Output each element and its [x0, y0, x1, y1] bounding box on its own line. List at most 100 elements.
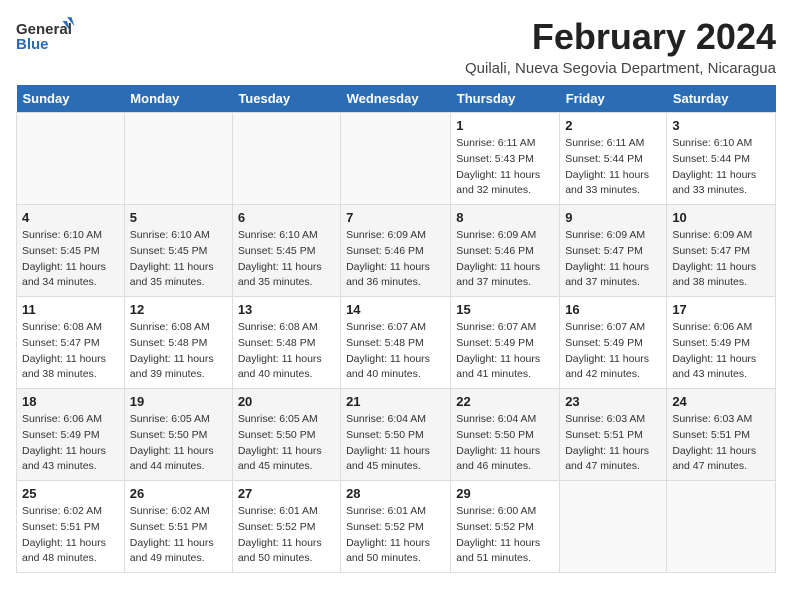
- calendar-cell: [232, 113, 340, 205]
- day-info: Sunrise: 6:09 AM Sunset: 5:47 PM Dayligh…: [672, 228, 770, 291]
- day-number: 16: [565, 302, 661, 317]
- day-info: Sunrise: 6:02 AM Sunset: 5:51 PM Dayligh…: [130, 504, 227, 567]
- day-info: Sunrise: 6:11 AM Sunset: 5:44 PM Dayligh…: [565, 136, 661, 199]
- day-info: Sunrise: 6:03 AM Sunset: 5:51 PM Dayligh…: [672, 412, 770, 475]
- calendar-cell: 8 Sunrise: 6:09 AM Sunset: 5:46 PM Daylig…: [451, 205, 560, 297]
- weekday-header-row: SundayMondayTuesdayWednesdayThursdayFrid…: [17, 85, 776, 113]
- weekday-header-friday: Friday: [560, 85, 667, 113]
- svg-text:Blue: Blue: [16, 36, 49, 53]
- day-number: 5: [130, 210, 227, 225]
- day-info: Sunrise: 6:05 AM Sunset: 5:50 PM Dayligh…: [130, 412, 227, 475]
- calendar-cell: 25 Sunrise: 6:02 AM Sunset: 5:51 PM Dayli…: [17, 481, 125, 573]
- calendar-cell: 19 Sunrise: 6:05 AM Sunset: 5:50 PM Dayli…: [124, 389, 232, 481]
- calendar-cell: 13Sunrise: 6:08 AM Sunset: 5:48 PM Dayli…: [232, 297, 340, 389]
- day-info: Sunrise: 6:10 AM Sunset: 5:45 PM Dayligh…: [22, 228, 119, 291]
- weekday-header-thursday: Thursday: [451, 85, 560, 113]
- day-number: 6: [238, 210, 335, 225]
- calendar-cell: [124, 113, 232, 205]
- calendar-cell: 18Sunrise: 6:06 AM Sunset: 5:49 PM Dayli…: [17, 389, 125, 481]
- day-number: 2: [565, 118, 661, 133]
- day-info: Sunrise: 6:09 AM Sunset: 5:47 PM Dayligh…: [565, 228, 661, 291]
- day-number: 11: [22, 302, 119, 317]
- logo: General Blue: [16, 16, 76, 56]
- calendar-cell: 6 Sunrise: 6:10 AM Sunset: 5:45 PM Daylig…: [232, 205, 340, 297]
- day-number: 22: [456, 394, 554, 409]
- calendar-cell: 10 Sunrise: 6:09 AM Sunset: 5:47 PM Dayli…: [667, 205, 776, 297]
- day-number: 21: [346, 394, 445, 409]
- calendar-cell: 15Sunrise: 6:07 AM Sunset: 5:49 PM Dayli…: [451, 297, 560, 389]
- day-info: Sunrise: 6:08 AM Sunset: 5:48 PM Dayligh…: [238, 320, 335, 383]
- calendar-cell: 20 Sunrise: 6:05 AM Sunset: 5:50 PM Dayli…: [232, 389, 340, 481]
- calendar-cell: 1 Sunrise: 6:11 AM Sunset: 5:43 PM Daylig…: [451, 113, 560, 205]
- day-info: Sunrise: 6:06 AM Sunset: 5:49 PM Dayligh…: [672, 320, 770, 383]
- day-info: Sunrise: 6:11 AM Sunset: 5:43 PM Dayligh…: [456, 136, 554, 199]
- day-info: Sunrise: 6:00 AM Sunset: 5:52 PM Dayligh…: [456, 504, 554, 567]
- week-row-3: 11 Sunrise: 6:08 AM Sunset: 5:47 PM Dayli…: [17, 297, 776, 389]
- week-row-2: 4 Sunrise: 6:10 AM Sunset: 5:45 PM Daylig…: [17, 205, 776, 297]
- day-number: 15: [456, 302, 554, 317]
- month-title: February 2024: [465, 16, 776, 58]
- week-row-4: 18Sunrise: 6:06 AM Sunset: 5:49 PM Dayli…: [17, 389, 776, 481]
- day-number: 1: [456, 118, 554, 133]
- calendar-cell: [560, 481, 667, 573]
- calendar-cell: 16 Sunrise: 6:07 AM Sunset: 5:49 PM Dayli…: [560, 297, 667, 389]
- weekday-header-monday: Monday: [124, 85, 232, 113]
- calendar-cell: 17Sunrise: 6:06 AM Sunset: 5:49 PM Dayli…: [667, 297, 776, 389]
- day-number: 25: [22, 486, 119, 501]
- calendar-cell: 28 Sunrise: 6:01 AM Sunset: 5:52 PM Dayli…: [341, 481, 451, 573]
- day-number: 26: [130, 486, 227, 501]
- weekday-header-saturday: Saturday: [667, 85, 776, 113]
- location-subtitle: Quilali, Nueva Segovia Department, Nicar…: [465, 60, 776, 77]
- day-number: 14: [346, 302, 445, 317]
- calendar-cell: 3 Sunrise: 6:10 AM Sunset: 5:44 PM Daylig…: [667, 113, 776, 205]
- calendar-cell: 5 Sunrise: 6:10 AM Sunset: 5:45 PM Daylig…: [124, 205, 232, 297]
- calendar-cell: [17, 113, 125, 205]
- day-number: 3: [672, 118, 770, 133]
- week-row-1: 1 Sunrise: 6:11 AM Sunset: 5:43 PM Daylig…: [17, 113, 776, 205]
- calendar-cell: 24 Sunrise: 6:03 AM Sunset: 5:51 PM Dayli…: [667, 389, 776, 481]
- day-info: Sunrise: 6:10 AM Sunset: 5:44 PM Dayligh…: [672, 136, 770, 199]
- calendar-cell: 7 Sunrise: 6:09 AM Sunset: 5:46 PM Daylig…: [341, 205, 451, 297]
- calendar-cell: 26 Sunrise: 6:02 AM Sunset: 5:51 PM Dayli…: [124, 481, 232, 573]
- day-info: Sunrise: 6:01 AM Sunset: 5:52 PM Dayligh…: [238, 504, 335, 567]
- calendar-cell: 2 Sunrise: 6:11 AM Sunset: 5:44 PM Daylig…: [560, 113, 667, 205]
- day-number: 23: [565, 394, 661, 409]
- logo-image: General Blue: [16, 16, 76, 56]
- day-number: 8: [456, 210, 554, 225]
- day-number: 10: [672, 210, 770, 225]
- calendar-cell: 21 Sunrise: 6:04 AM Sunset: 5:50 PM Dayli…: [341, 389, 451, 481]
- day-info: Sunrise: 6:09 AM Sunset: 5:46 PM Dayligh…: [456, 228, 554, 291]
- day-number: 4: [22, 210, 119, 225]
- day-number: 29: [456, 486, 554, 501]
- title-block: February 2024 Quilali, Nueva Segovia Dep…: [465, 16, 776, 77]
- weekday-header-sunday: Sunday: [17, 85, 125, 113]
- calendar-cell: 4 Sunrise: 6:10 AM Sunset: 5:45 PM Daylig…: [17, 205, 125, 297]
- day-number: 20: [238, 394, 335, 409]
- day-info: Sunrise: 6:10 AM Sunset: 5:45 PM Dayligh…: [130, 228, 227, 291]
- calendar-cell: 9 Sunrise: 6:09 AM Sunset: 5:47 PM Daylig…: [560, 205, 667, 297]
- day-info: Sunrise: 6:02 AM Sunset: 5:51 PM Dayligh…: [22, 504, 119, 567]
- calendar-cell: 27Sunrise: 6:01 AM Sunset: 5:52 PM Dayli…: [232, 481, 340, 573]
- day-info: Sunrise: 6:05 AM Sunset: 5:50 PM Dayligh…: [238, 412, 335, 475]
- calendar-table: SundayMondayTuesdayWednesdayThursdayFrid…: [16, 85, 776, 573]
- day-info: Sunrise: 6:08 AM Sunset: 5:48 PM Dayligh…: [130, 320, 227, 383]
- day-info: Sunrise: 6:07 AM Sunset: 5:49 PM Dayligh…: [565, 320, 661, 383]
- day-number: 28: [346, 486, 445, 501]
- day-number: 12: [130, 302, 227, 317]
- calendar-cell: 12 Sunrise: 6:08 AM Sunset: 5:48 PM Dayli…: [124, 297, 232, 389]
- day-info: Sunrise: 6:03 AM Sunset: 5:51 PM Dayligh…: [565, 412, 661, 475]
- day-info: Sunrise: 6:04 AM Sunset: 5:50 PM Dayligh…: [346, 412, 445, 475]
- weekday-header-tuesday: Tuesday: [232, 85, 340, 113]
- day-number: 19: [130, 394, 227, 409]
- day-info: Sunrise: 6:08 AM Sunset: 5:47 PM Dayligh…: [22, 320, 119, 383]
- day-number: 9: [565, 210, 661, 225]
- calendar-cell: 14Sunrise: 6:07 AM Sunset: 5:48 PM Dayli…: [341, 297, 451, 389]
- day-info: Sunrise: 6:09 AM Sunset: 5:46 PM Dayligh…: [346, 228, 445, 291]
- day-info: Sunrise: 6:04 AM Sunset: 5:50 PM Dayligh…: [456, 412, 554, 475]
- day-info: Sunrise: 6:10 AM Sunset: 5:45 PM Dayligh…: [238, 228, 335, 291]
- day-number: 24: [672, 394, 770, 409]
- calendar-cell: 23 Sunrise: 6:03 AM Sunset: 5:51 PM Dayli…: [560, 389, 667, 481]
- day-number: 7: [346, 210, 445, 225]
- calendar-cell: [667, 481, 776, 573]
- day-info: Sunrise: 6:01 AM Sunset: 5:52 PM Dayligh…: [346, 504, 445, 567]
